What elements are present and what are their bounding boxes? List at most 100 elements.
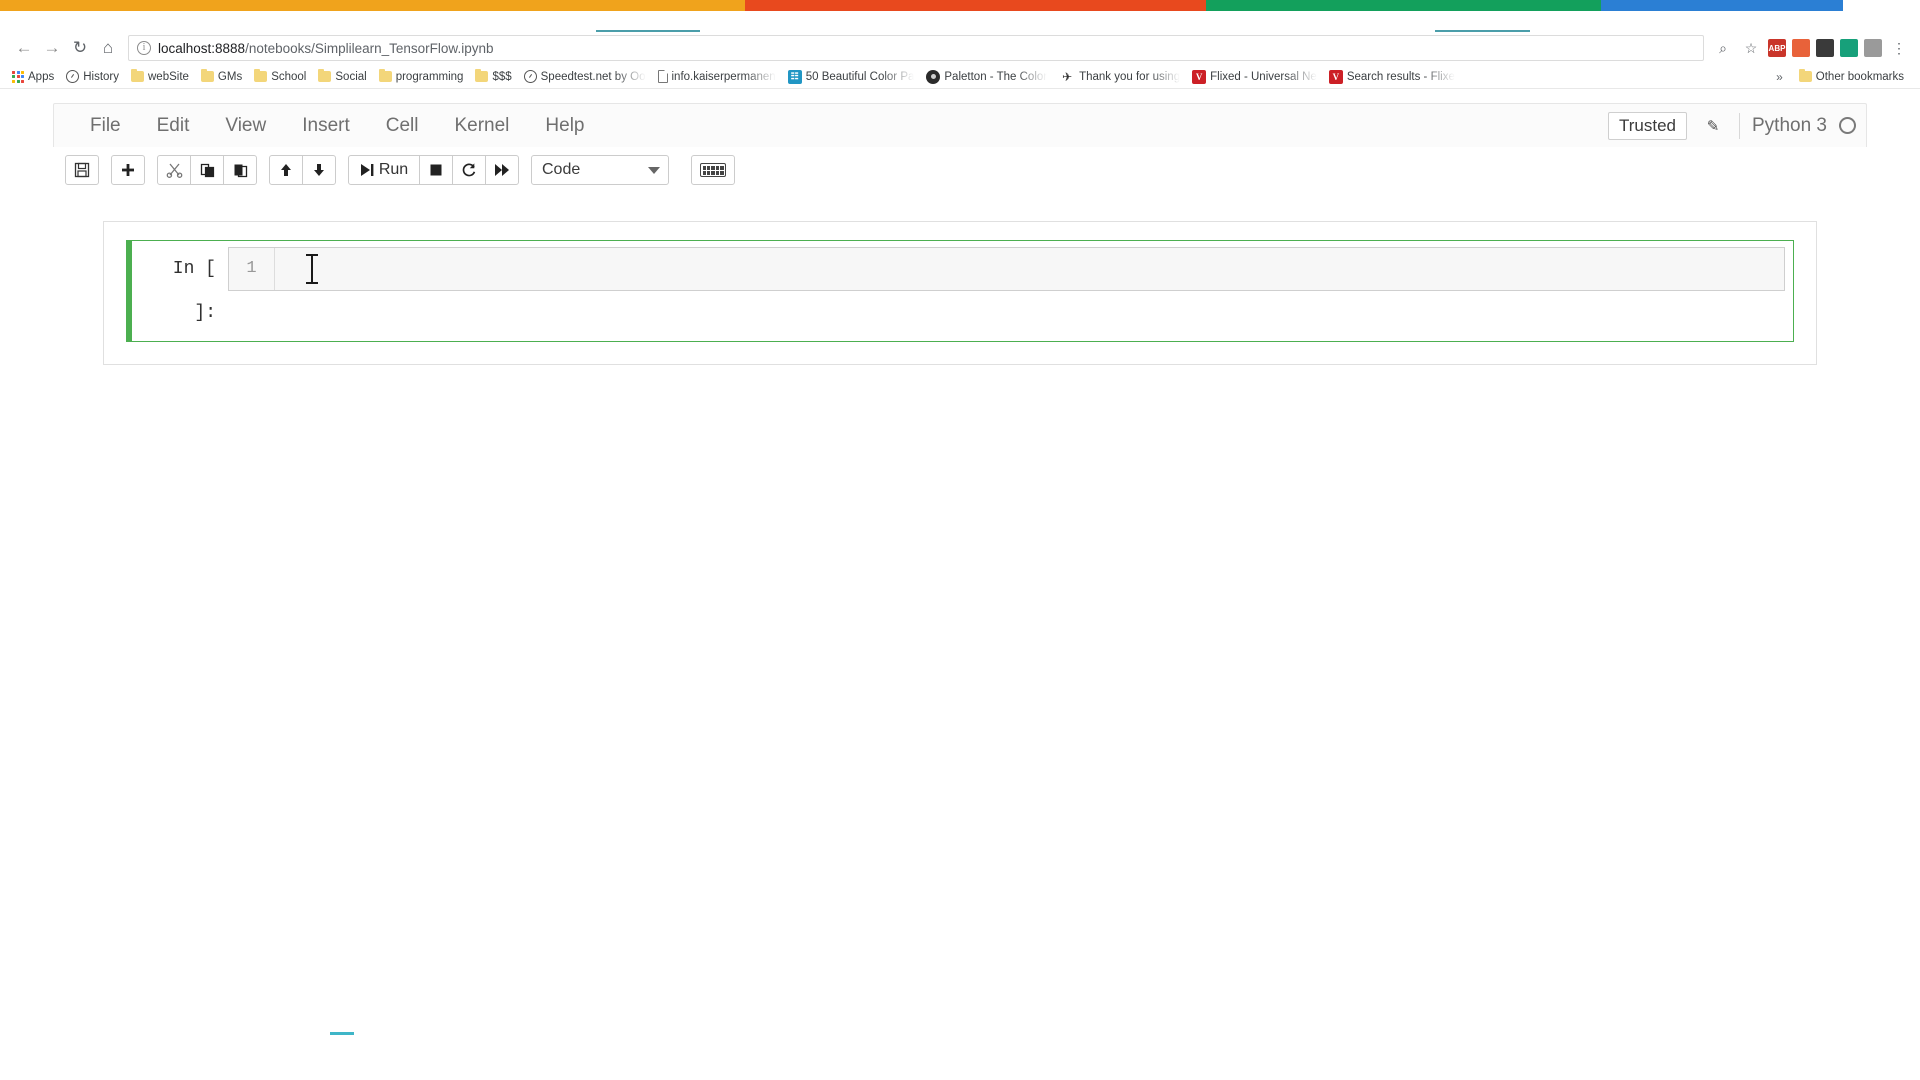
browser-omnibox-row: ← → ↻ ⌂ i localhost:8888/notebooks/Simpl… [0,31,1920,65]
page-info-icon[interactable]: i [137,41,151,55]
menu-help[interactable]: Help [527,104,602,148]
notebook-container: In [ ]: 1 [103,221,1817,365]
bookmark-other-bookmarks[interactable]: Other bookmarks [1793,67,1910,87]
bookmark-label: 50 Beautiful Color Pa [805,70,915,83]
omnibox-actions: ⌕ ☆ ABP ⋮ [1712,37,1910,59]
bookmark-gms[interactable]: GMs [195,67,248,87]
bookmark-history[interactable]: History [60,67,125,87]
bookmark-school[interactable]: School [248,67,312,87]
bookmark-label: History [83,70,119,83]
fast-forward-icon [495,164,509,176]
flixed-icon [1328,69,1343,84]
cell-code-editor[interactable] [275,248,1784,290]
extension-icon-3[interactable] [1816,39,1834,57]
stripe-segment-blue [1601,0,1844,11]
cell-type-value: Code [542,161,581,178]
paste-icon [234,164,247,178]
keyboard-shortcuts-button[interactable] [691,155,735,185]
chrome-menu-icon[interactable]: ⋮ [1888,37,1910,59]
bookmark-label: GMs [217,70,243,83]
bookmark-social[interactable]: Social [312,67,372,87]
plus-icon [122,164,134,176]
notebook-cell[interactable]: In [ ]: 1 [126,240,1794,342]
tab-active-underline [596,30,700,32]
run-button-label: Run [378,161,409,178]
kernel-idle-circle-icon[interactable] [1839,117,1856,134]
run-icon [360,164,374,176]
bookmark-search-results-flixed[interactable]: Search results - Flixe [1323,67,1461,87]
stop-kernel-button[interactable] [419,155,453,185]
extension-icon-2[interactable] [1792,39,1810,57]
menu-cell[interactable]: Cell [368,104,437,148]
extension-adblock-icon[interactable]: ABP [1768,39,1786,57]
bottom-accent-marker [330,1032,354,1035]
cell-type-select[interactable]: Code [531,155,669,185]
text-cursor-icon [306,254,318,284]
cell-input-area[interactable]: 1 [228,247,1785,291]
bookmark-label: Thank you for using [1079,70,1181,83]
plane-icon: ✈ [1062,69,1073,84]
cell-prompt-label: In [ ]: [172,259,216,323]
folder-icon [378,69,392,82]
home-button[interactable]: ⌂ [94,34,122,62]
scissors-icon [166,163,182,178]
apps-grid-icon [12,70,24,83]
run-cell-button[interactable]: Run [348,155,420,185]
move-cell-down-button[interactable] [302,155,336,185]
restart-run-all-button[interactable] [485,155,519,185]
address-bar-text: localhost:8888/notebooks/Simplilearn_Ten… [158,41,493,56]
arrow-down-icon [314,164,324,176]
copy-cell-button[interactable] [190,155,224,185]
bookmark-kaiserpermanente[interactable]: info.kaiserpermanen [652,67,782,87]
cell-line-number: 1 [229,248,275,290]
toolbar-group-run: Run [348,155,519,185]
bookmark-star-icon[interactable]: ☆ [1740,37,1762,59]
extension-icon-5[interactable] [1864,39,1882,57]
bookmark-speedtest[interactable]: Speedtest.net by Oo [518,67,652,87]
back-button[interactable]: ← [10,34,38,62]
menu-edit[interactable]: Edit [139,104,208,148]
bookmark-programming[interactable]: programming [373,67,470,87]
chevron-down-icon [648,166,660,174]
restart-kernel-button[interactable] [452,155,486,185]
extension-icon-4[interactable] [1840,39,1858,57]
bookmarks-overflow-area: » Other bookmarks [1776,67,1914,87]
cut-cell-button[interactable] [157,155,191,185]
bookmark-label: webSite [148,70,189,83]
bookmark-apps[interactable]: Apps [6,67,60,87]
color-palette-icon: ☷ [787,69,802,84]
bookmarks-overflow-chevron[interactable]: » [1776,70,1783,84]
bookmark-flixed[interactable]: Flixed - Universal Ne [1186,67,1323,87]
insert-cell-below-button[interactable] [111,155,145,185]
menu-view[interactable]: View [207,104,284,148]
menu-file[interactable]: File [72,104,139,148]
arrow-up-icon [281,164,291,176]
save-button[interactable] [65,155,99,185]
paste-cell-button[interactable] [223,155,257,185]
menu-kernel[interactable]: Kernel [436,104,527,148]
menu-insert[interactable]: Insert [284,104,368,148]
page-bottom-strip [0,1017,1920,1035]
bookmark-thankyou[interactable]: ✈ Thank you for using [1053,67,1186,87]
save-icon [74,162,90,178]
bookmark-money[interactable]: $$$ [469,67,517,87]
pencil-icon[interactable]: ✎ [1699,112,1727,140]
bookmark-color-palettes[interactable]: ☷ 50 Beautiful Color Pa [782,67,921,87]
bookmark-label: programming [395,70,464,83]
folder-icon [318,69,332,82]
move-cell-up-button[interactable] [269,155,303,185]
status-divider [1739,112,1740,139]
zoom-icon[interactable]: ⌕ [1712,37,1734,59]
address-bar[interactable]: i localhost:8888/notebooks/Simplilearn_T… [128,35,1704,61]
reload-button[interactable]: ↻ [66,34,94,62]
flixed-icon [1192,69,1207,84]
bookmark-paletton[interactable]: Paletton - The Color [920,67,1053,87]
bookmark-website[interactable]: webSite [125,67,195,87]
bookmarks-bar: Apps History webSite GMs School Social p… [0,65,1920,89]
speedtest-icon [523,70,537,83]
copy-icon [200,163,214,178]
toolbar-group-move [269,155,336,185]
bookmark-label: info.kaiserpermanen [671,70,776,83]
forward-button[interactable]: → [38,34,66,62]
trusted-badge[interactable]: Trusted [1607,111,1687,140]
